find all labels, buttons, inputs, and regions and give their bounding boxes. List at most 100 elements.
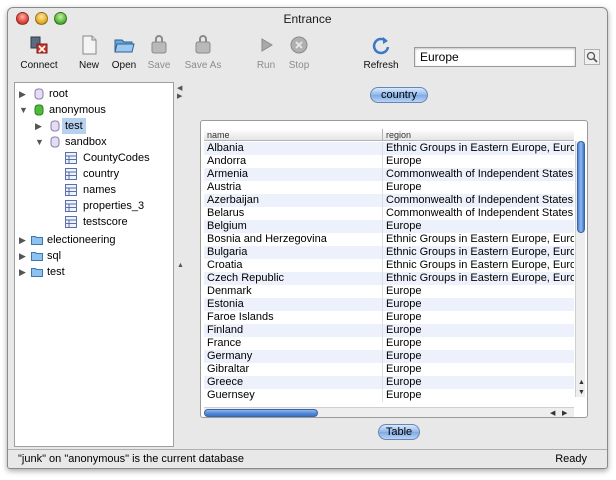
disclosure-right-icon[interactable]: ▶ [19,232,29,248]
cell-region[interactable]: Ethnic Groups in Eastern Europe, Europe [382,142,574,155]
cell-name[interactable]: Greece [204,376,382,389]
search-icon[interactable] [584,49,600,65]
table-title-button[interactable]: country [370,87,428,103]
cell-region[interactable]: Commonwealth of Independent States – Eur… [382,207,574,220]
cell-region[interactable]: Europe [382,298,574,311]
table-row[interactable]: Andorra Europe [204,155,574,168]
cell-name[interactable]: Bosnia and Herzegovina [204,233,382,246]
table-row[interactable]: Armenia Commonwealth of Independent State… [204,168,574,181]
connect-button[interactable]: Connect [16,34,62,71]
cell-region[interactable]: Europe [382,311,574,324]
table-row[interactable]: Denmark Europe [204,285,574,298]
cell-name[interactable]: Germany [204,350,382,363]
cell-name[interactable]: Belarus [204,207,382,220]
cell-name[interactable]: Guernsey [204,389,382,402]
table-row[interactable]: Finland Europe [204,324,574,337]
folder-open-icon [114,39,135,53]
disclosure-right-icon[interactable]: ▶ [19,248,29,264]
column-header-name[interactable]: name [204,129,382,141]
table-view-button[interactable]: Table [378,424,420,440]
table-icon [65,168,77,180]
table-row[interactable]: Albania Ethnic Groups in Eastern Europe, … [204,142,574,155]
cell-name[interactable]: Armenia [204,168,382,181]
refresh-button[interactable]: Refresh [358,34,404,71]
cell-name[interactable]: Faroe Islands [204,311,382,324]
cell-name[interactable]: Belgium [204,220,382,233]
table-row[interactable]: Germany Europe [204,350,574,363]
collapse-left-icon[interactable]: ◀ [177,84,182,92]
search-input[interactable]: Europe [414,47,576,67]
cell-name[interactable]: Azerbaijan [204,194,382,207]
cell-name[interactable]: Albania [204,142,382,155]
cell-name[interactable]: Bulgaria [204,246,382,259]
cell-region[interactable]: Europe [382,324,574,337]
cell-name[interactable]: Gibraltar [204,363,382,376]
scroll-down-icon[interactable]: ▼ [578,389,585,396]
cell-region[interactable]: Ethnic Groups in Eastern Europe, Europe [382,233,574,246]
table-icon [65,200,77,212]
table-row[interactable]: Greece Europe [204,376,574,389]
horizontal-scroll-thumb[interactable] [204,409,318,417]
database-active-icon [34,104,44,116]
table-row[interactable]: Czech Republic Ethnic Groups in Eastern E… [204,272,574,285]
cell-name[interactable]: Andorra [204,155,382,168]
splitter-grip-icon[interactable]: ▲ [177,262,184,269]
cell-region[interactable]: Europe [382,376,574,389]
stop-button[interactable]: Stop [276,34,322,71]
scroll-right-icon[interactable]: ▶ [562,409,567,417]
table-row[interactable]: Faroe Islands Europe [204,311,574,324]
cell-region[interactable]: Ethnic Groups in Eastern Europe, Europe [382,259,574,272]
scroll-left-icon[interactable]: ◀ [550,409,555,417]
cell-region[interactable]: Europe [382,363,574,376]
cell-region[interactable]: Europe [382,155,574,168]
stop-icon [290,36,308,54]
toolbar: Connect New Open Save Save As Run Stop R… [8,30,607,82]
scroll-up-icon[interactable]: ▲ [578,379,585,386]
cell-region[interactable]: Europe [382,285,574,298]
cell-region[interactable]: Ethnic Groups in Eastern Europe, Europe [382,272,574,285]
cell-name[interactable]: France [204,337,382,350]
cell-region[interactable]: Europe [382,389,574,402]
cell-region[interactable]: Ethnic Groups in Eastern Europe, Europe [382,246,574,259]
split-view-divider[interactable]: ◀ ▶ ▲ [176,82,184,447]
cell-region[interactable]: Europe [382,220,574,233]
table-row[interactable]: Guernsey Europe [204,389,574,402]
disclosure-right-icon[interactable]: ▶ [19,86,29,102]
stop-label: Stop [288,60,310,71]
save-button[interactable]: Save [136,34,182,71]
cell-region[interactable]: Commonwealth of Independent States – Eur… [382,194,574,207]
cell-name[interactable]: Denmark [204,285,382,298]
table-row[interactable]: Azerbaijan Commonwealth of Independent St… [204,194,574,207]
cell-name[interactable]: Finland [204,324,382,337]
disclosure-right-icon[interactable]: ▶ [19,264,29,280]
cell-region[interactable]: Europe [382,181,574,194]
cell-name[interactable]: Estonia [204,298,382,311]
table-row[interactable]: Gibraltar Europe [204,363,574,376]
vertical-scroll-thumb[interactable] [577,141,585,233]
table-row[interactable]: Bulgaria Ethnic Groups in Eastern Europe,… [204,246,574,259]
cell-name[interactable]: Croatia [204,259,382,272]
table-row[interactable]: Belgium Europe [204,220,574,233]
save-as-icon [195,35,211,54]
table-row[interactable]: Austria Europe [204,181,574,194]
table-row[interactable]: Estonia Europe [204,298,574,311]
cell-name[interactable]: Czech Republic [204,272,382,285]
table-row[interactable]: Croatia Ethnic Groups in Eastern Europe, … [204,259,574,272]
column-header-region[interactable]: region [382,129,574,141]
horizontal-scrollbar[interactable]: ◀ ▶ [204,407,574,417]
app-window: Entrance Connect New Open Save Save As R… [7,7,608,469]
cell-region[interactable]: Europe [382,337,574,350]
disclosure-down-icon[interactable]: ▼ [35,134,45,150]
table-row[interactable]: France Europe [204,337,574,350]
disclosure-down-icon[interactable]: ▼ [19,102,29,118]
data-grid[interactable]: name region Albania Ethnic Groups in East… [204,129,574,405]
expand-right-icon[interactable]: ▶ [177,92,182,100]
cell-name[interactable]: Austria [204,181,382,194]
cell-region[interactable]: Commonwealth of Independent States – Eur… [382,168,574,181]
table-row[interactable]: Bosnia and Herzegovina Ethnic Groups in E… [204,233,574,246]
save-as-button[interactable]: Save As [180,34,226,71]
cell-region[interactable]: Europe [382,350,574,363]
vertical-scrollbar[interactable]: ▲ ▼ [575,141,585,397]
table-row[interactable]: Belarus Commonwealth of Independent State… [204,207,574,220]
disclosure-right-icon[interactable]: ▶ [35,118,45,134]
